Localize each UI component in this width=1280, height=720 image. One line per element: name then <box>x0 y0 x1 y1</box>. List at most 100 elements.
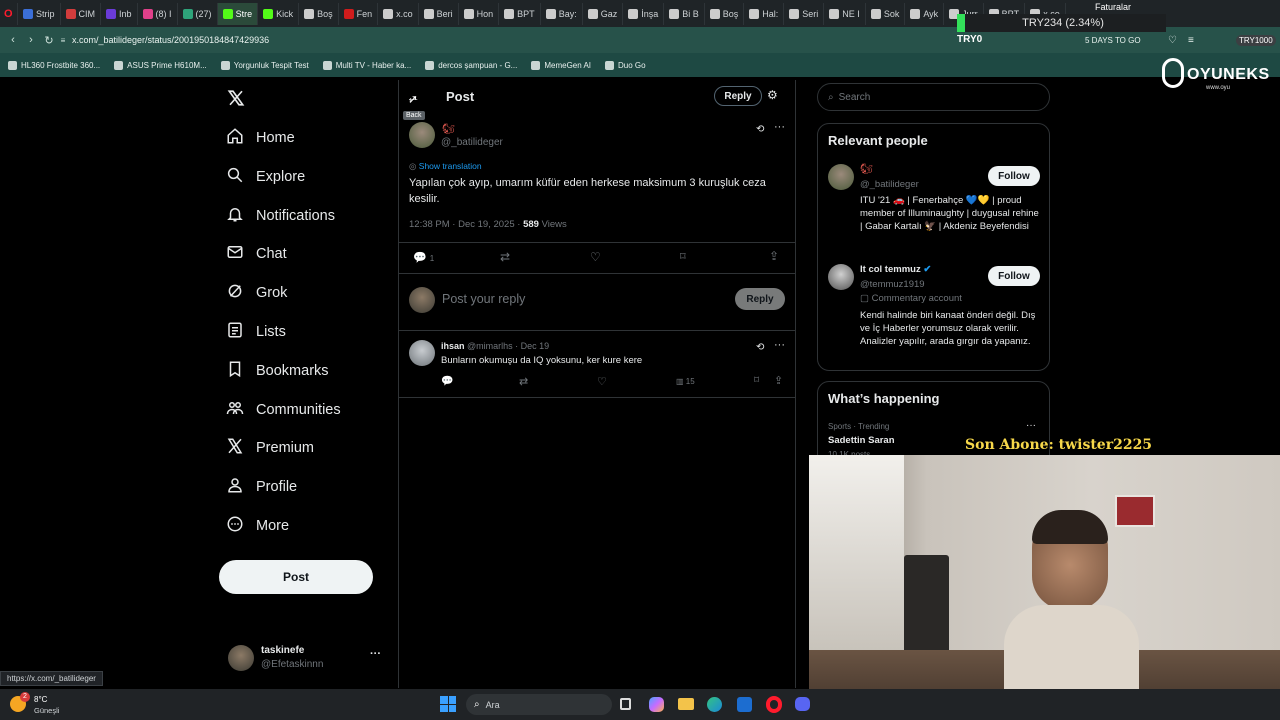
browser-tab[interactable]: Fen <box>339 2 379 25</box>
post-more-icon[interactable]: ··· <box>774 121 785 133</box>
tab-favicon-icon <box>504 8 515 19</box>
share-icon[interactable]: ⇪ <box>769 249 779 263</box>
copilot-icon[interactable] <box>649 697 664 712</box>
nav-item-grok[interactable]: Grok <box>226 282 287 304</box>
store-icon[interactable] <box>737 697 752 712</box>
forward-nav-icon[interactable]: › <box>22 34 40 46</box>
nav-item-more[interactable]: More <box>226 515 289 537</box>
person-avatar[interactable] <box>828 264 854 290</box>
browser-tab[interactable]: Hal: <box>744 2 785 25</box>
reply-views[interactable]: ▥ 15 <box>676 377 695 386</box>
bookmark-item[interactable]: Yorgunluk Tespit Test <box>220 60 309 70</box>
reply-bookmark-icon[interactable]: ⌑ <box>754 375 759 386</box>
reply-action[interactable]: 💬 1 <box>413 251 434 264</box>
author-avatar[interactable] <box>409 122 435 148</box>
reply-reply-icon[interactable]: 💬 <box>441 376 453 387</box>
grok-icon[interactable]: ⟲ <box>756 124 764 135</box>
reply-avatar[interactable] <box>409 340 435 366</box>
browser-tab[interactable]: Strip <box>18 2 61 25</box>
back-nav-icon[interactable]: ‹ <box>4 34 22 46</box>
weather-widget[interactable]: 2 8°C Güneşli <box>10 692 90 717</box>
account-switcher[interactable]: taskinefe @Efetaskinnn ··· <box>226 642 391 678</box>
account-more-icon[interactable]: ··· <box>370 648 381 660</box>
nav-item-chat[interactable]: Chat <box>226 243 287 265</box>
follow-button[interactable]: Follow <box>988 166 1040 186</box>
author-handle[interactable]: @_batilideger <box>441 137 503 148</box>
browser-tab[interactable]: Beri <box>419 2 459 25</box>
opera-menu-button[interactable]: O <box>0 2 18 25</box>
bookmark-item[interactable]: MemeGen AI <box>531 60 591 70</box>
reload-icon[interactable]: ↻ <box>40 34 58 47</box>
site-info-icon[interactable]: ≡ <box>58 36 68 45</box>
search-box[interactable]: ⌕ Search <box>817 83 1050 111</box>
trend-more-icon[interactable]: ··· <box>1026 420 1036 431</box>
browser-tab[interactable]: CIM <box>61 2 102 25</box>
nav-item-notifications[interactable]: Notifications <box>226 205 335 227</box>
nav-item-lists[interactable]: Lists <box>226 321 286 343</box>
tab-label: Fen <box>356 8 373 19</box>
taskbar-search[interactable]: ⌕ Ara <box>466 694 612 715</box>
show-translation-link[interactable]: ◎ Show translation <box>409 161 482 172</box>
browser-tab[interactable]: Seri <box>784 2 825 25</box>
reply-share-icon[interactable]: ⇪ <box>774 374 783 387</box>
windows-start-icon[interactable] <box>440 696 456 712</box>
bookmark-item[interactable]: Multi TV - Haber ka... <box>322 60 411 70</box>
nav-item-communities[interactable]: Communities <box>226 399 341 421</box>
menu-icon[interactable]: ≡ <box>1188 35 1194 46</box>
trend-name[interactable]: Sadettin Saran <box>828 435 895 446</box>
bookmark-item[interactable]: dercos şampuan - G... <box>425 60 517 70</box>
x-logo-icon[interactable] <box>227 88 245 108</box>
post-compose-button[interactable]: Post <box>219 560 373 594</box>
bookmark-label: HL360 Frostbite 360... <box>21 60 101 70</box>
browser-tab[interactable]: Bi B <box>664 2 705 25</box>
reply-grok-icon[interactable]: ⟲ <box>756 342 764 353</box>
nav-item-profile[interactable]: Profile <box>226 476 297 498</box>
browser-tab[interactable]: BPT <box>499 2 541 25</box>
browser-tab[interactable]: İnşa <box>623 2 665 25</box>
browser-tab[interactable]: Bay: <box>541 2 583 25</box>
browser-tab[interactable]: x.co <box>378 2 419 25</box>
nav-item-premium[interactable]: Premium <box>226 437 314 459</box>
browser-tab[interactable]: Gaz <box>583 2 624 25</box>
edge-icon[interactable] <box>707 697 722 712</box>
browser-tab[interactable]: Ayk <box>905 2 945 25</box>
browser-tab[interactable]: Boş <box>705 2 745 25</box>
opera-icon[interactable] <box>766 696 782 713</box>
bookmark-item[interactable]: HL360 Frostbite 360... <box>8 60 101 70</box>
nav-item-bookmarks[interactable]: Bookmarks <box>226 360 329 382</box>
bookmark-star-icon[interactable]: ♡ <box>1168 35 1177 46</box>
reply-repost-icon[interactable]: ⇄ <box>519 375 528 388</box>
header-reply-button[interactable]: Reply <box>714 86 762 106</box>
url-field[interactable]: x.com/_batilideger/status/20019501848474… <box>72 35 269 45</box>
browser-tab[interactable]: (27) <box>178 2 218 25</box>
file-explorer-icon[interactable] <box>678 698 694 710</box>
follow-button[interactable]: Follow <box>988 266 1040 286</box>
bookmark-icon[interactable]: ⌑ <box>680 250 686 263</box>
browser-tab[interactable]: Inb <box>101 2 138 25</box>
discord-icon[interactable] <box>795 697 810 711</box>
bookmark-item[interactable]: ASUS Prime H610M... <box>114 60 207 70</box>
filter-icon[interactable]: ⚙ <box>767 88 778 102</box>
browser-tab[interactable]: Boş <box>299 2 339 25</box>
tab-favicon-icon <box>222 8 233 19</box>
browser-tab[interactable]: (8) I <box>138 2 178 25</box>
nav-item-home[interactable]: Home <box>226 127 295 149</box>
reply-submit-button[interactable]: Reply <box>735 288 785 310</box>
repost-icon[interactable]: ⇄ <box>500 250 510 264</box>
person-avatar[interactable] <box>828 164 854 190</box>
browser-tab[interactable]: Sok <box>866 2 906 25</box>
person-handle[interactable]: @temmuz1919 <box>860 279 925 290</box>
bookmark-item[interactable]: Duo Go <box>605 60 646 70</box>
reply-text: Bunların okumuşu da IQ yoksunu, ker kure… <box>441 355 643 366</box>
browser-tab[interactable]: Hon <box>459 2 500 25</box>
reply-more-icon[interactable]: ··· <box>774 339 785 351</box>
browser-tab[interactable]: Stre <box>217 2 259 25</box>
person-handle[interactable]: @_batilideger <box>860 179 919 190</box>
reply-like-icon[interactable]: ♡ <box>597 375 607 388</box>
like-icon[interactable]: ♡ <box>590 250 601 264</box>
task-view-icon[interactable] <box>620 698 631 710</box>
nav-item-explore[interactable]: Explore <box>226 166 305 188</box>
reply-input[interactable]: Post your reply <box>442 292 525 306</box>
browser-tab[interactable]: Kick <box>258 2 300 25</box>
browser-tab[interactable]: NE I <box>824 2 866 25</box>
